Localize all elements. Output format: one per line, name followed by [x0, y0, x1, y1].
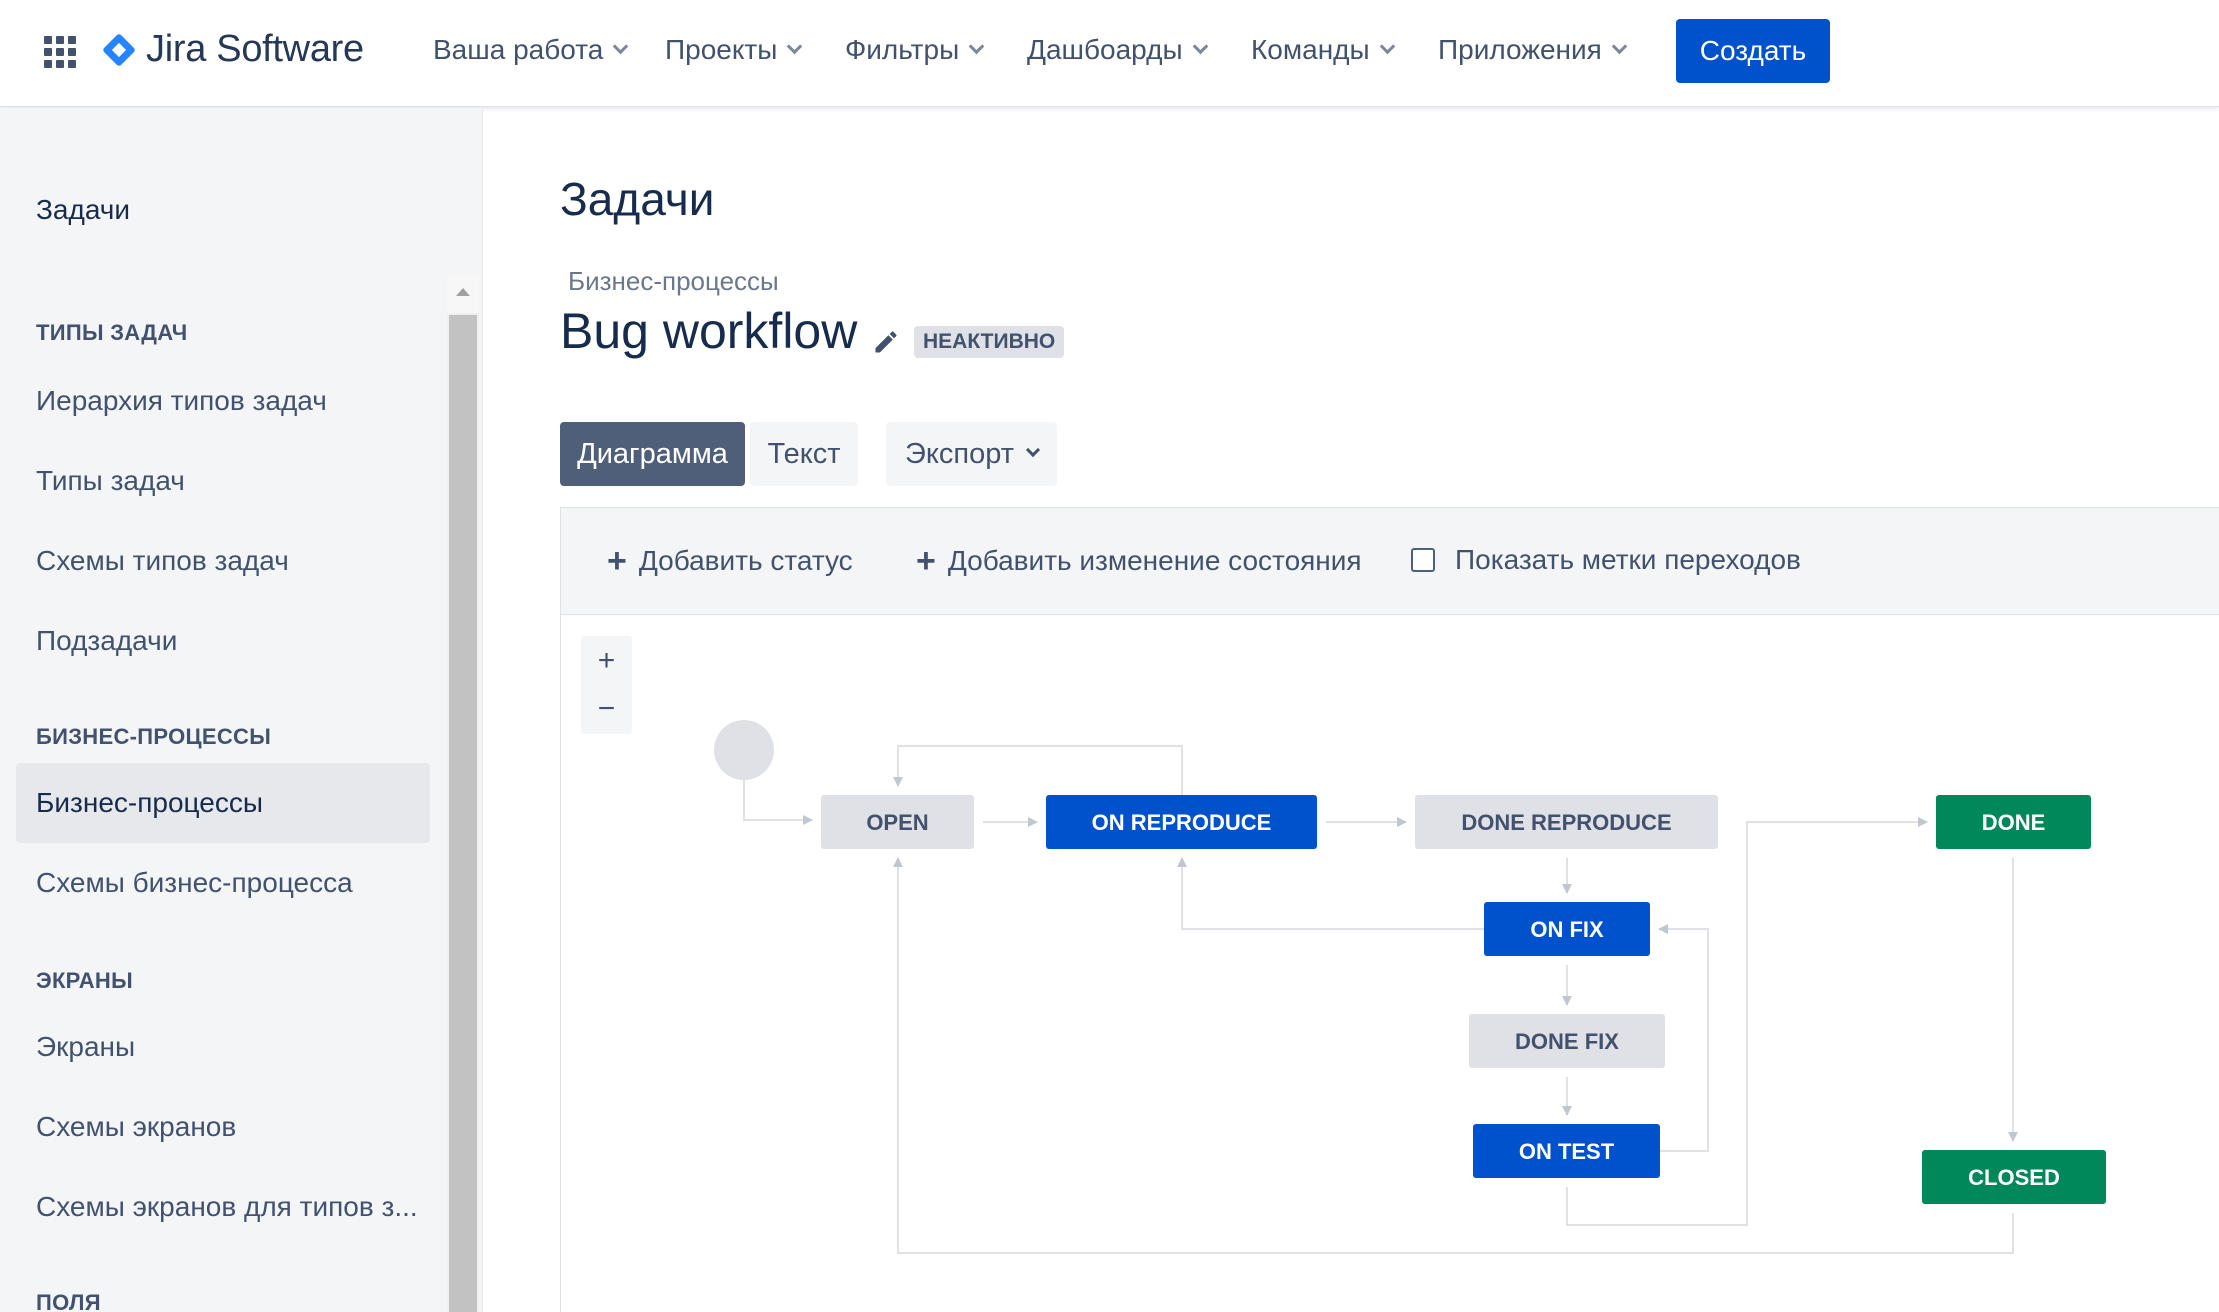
status-node-done[interactable]: DONE	[1936, 795, 2091, 849]
transition-arrow[interactable]	[1658, 924, 1709, 1152]
status-node-on-reproduce[interactable]: ON REPRODUCE	[1046, 795, 1317, 849]
status-node-label: ON REPRODUCE	[1092, 810, 1272, 835]
transition-arrow[interactable]	[893, 745, 1183, 795]
workflow-start-node[interactable]	[714, 720, 774, 780]
status-node-done-reproduce[interactable]: DONE REPRODUCE	[1415, 795, 1718, 849]
status-node-label: OPEN	[866, 810, 928, 835]
status-node-label: ON TEST	[1519, 1139, 1615, 1164]
status-node-label: DONE	[1982, 810, 2046, 835]
status-node-done-fix[interactable]: DONE FIX	[1469, 1014, 1665, 1068]
status-node-on-fix[interactable]: ON FIX	[1484, 902, 1650, 956]
status-node-label: DONE REPRODUCE	[1461, 810, 1671, 835]
status-node-on-test[interactable]: ON TEST	[1473, 1124, 1660, 1178]
status-node-open[interactable]: OPEN	[821, 795, 974, 849]
transition-arrow[interactable]	[743, 780, 813, 825]
status-node-label: DONE FIX	[1515, 1029, 1619, 1054]
status-node-label: ON FIX	[1530, 917, 1604, 942]
status-node-closed[interactable]: CLOSED	[1922, 1150, 2106, 1204]
transition-arrow[interactable]	[1177, 857, 1484, 930]
workflow-diagram: OPEN ON REPRODUCE DONE REPRODUCE DONE ON FIX…	[714, 720, 2106, 1254]
transition-arrow[interactable]	[893, 857, 2014, 1254]
status-node-label: CLOSED	[1968, 1165, 2060, 1190]
